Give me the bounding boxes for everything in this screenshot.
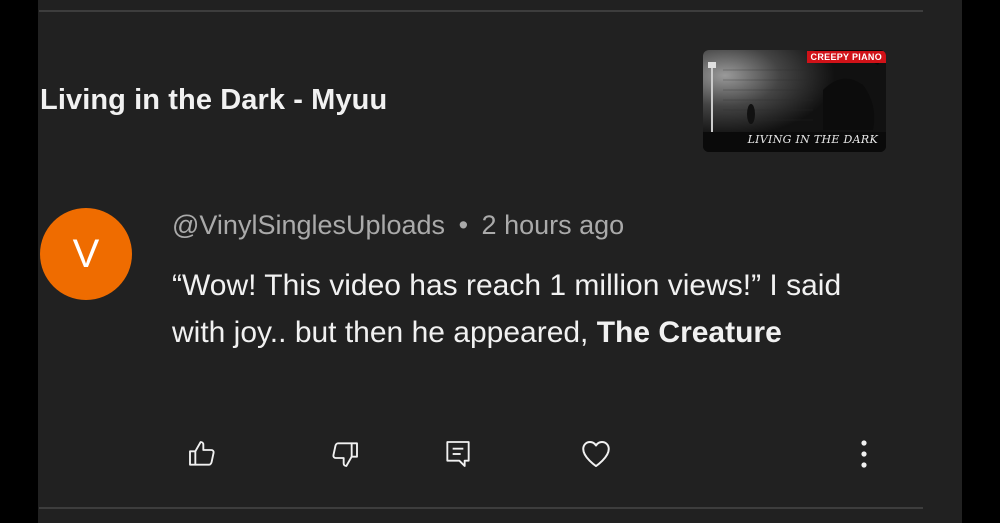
comment-bold-text: The Creature	[596, 316, 782, 349]
video-thumbnail[interactable]: CREEPY PIANO LIVING IN THE DARK	[703, 50, 886, 152]
thumbnail-badge: CREEPY PIANO	[806, 51, 886, 63]
video-title[interactable]: Living in the Dark - Myuu	[40, 84, 387, 117]
meta-separator: •	[458, 210, 469, 240]
author-handle[interactable]: @VinylSinglesUploads	[172, 210, 445, 240]
avatar-letter: V	[72, 231, 100, 276]
heart-button[interactable]	[574, 432, 618, 476]
thumbs-down-icon	[332, 442, 358, 467]
like-button[interactable]	[180, 432, 224, 476]
top-divider	[39, 10, 923, 12]
bottom-divider	[39, 507, 923, 509]
avatar[interactable]: V	[40, 208, 132, 300]
comment-text: “Wow! This video has reach 1 million vie…	[172, 262, 872, 356]
thumbs-up-icon	[189, 441, 215, 466]
comment-time: 2 hours ago	[481, 210, 625, 240]
comment-meta: @VinylSinglesUploads • 2 hours ago	[172, 210, 624, 241]
vertical-dots-icon	[861, 440, 867, 468]
more-options-button[interactable]	[842, 432, 886, 476]
dislike-button[interactable]	[323, 432, 367, 476]
thumbnail-caption: LIVING IN THE DARK	[747, 133, 878, 146]
heart-icon	[582, 440, 610, 468]
reply-comment-icon	[446, 441, 470, 467]
reply-button[interactable]	[436, 432, 480, 476]
